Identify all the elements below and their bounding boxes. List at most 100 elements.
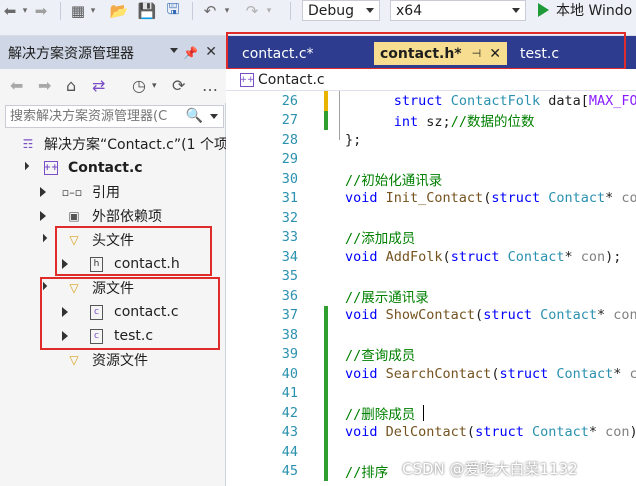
- code-text: void DelContact(struct Contact* con);: [345, 424, 636, 441]
- line-number: 40: [281, 365, 298, 382]
- tree-file-contact-h[interactable]: h contact.h: [0, 252, 226, 276]
- line-number: 43: [281, 424, 298, 441]
- navigation-bar[interactable]: ++ Contact.c: [226, 69, 636, 91]
- window-menu-icon[interactable]: [170, 48, 178, 53]
- code-line[interactable]: 40 void SearchContact(struct Contact* co: [226, 364, 636, 384]
- change-marker: [324, 344, 328, 364]
- filter-folder-icon: ▽: [69, 281, 79, 295]
- dropdown-arrow-icon[interactable]: ▾: [20, 0, 30, 22]
- code-line[interactable]: 29: [226, 150, 636, 170]
- home-icon[interactable]: ⌂: [66, 76, 76, 95]
- solution-explorer-toolbar: ⬅ ➡ ⌂ ⇄ ◷ ▾ ⟳ …: [0, 69, 226, 103]
- pending-changes-filter-icon[interactable]: ◷: [132, 76, 146, 95]
- save-icon[interactable]: 💾: [136, 0, 158, 22]
- open-folder-icon[interactable]: 📂: [108, 0, 130, 22]
- change-marker: [324, 305, 328, 325]
- solution-search-input[interactable]: [6, 106, 186, 127]
- search-icon[interactable]: 🔍: [186, 108, 203, 124]
- tree-file-contact-c[interactable]: c contact.c: [0, 300, 226, 324]
- collapsed-icon[interactable]: [62, 259, 68, 269]
- tab-contact-h[interactable]: contact.h* ⊣ ✕: [374, 42, 507, 65]
- tab-test-c[interactable]: test.c: [520, 42, 559, 65]
- tab-label: contact.h*: [380, 45, 462, 62]
- code-line[interactable]: 42 //删除成员: [226, 403, 636, 423]
- code-line[interactable]: 31 void Init_Contact(struct Contact* con: [226, 189, 636, 209]
- code-area[interactable]: 26 struct ContactFolk data[MAX_FOKL]27 i…: [226, 91, 636, 486]
- line-number: 32: [281, 209, 298, 226]
- watermark-text: CSDN @爱吃大白菜1132: [402, 460, 578, 478]
- code-line[interactable]: 27 int sz;//数据的位数: [226, 110, 636, 130]
- dropdown-arrow-icon[interactable]: ▾: [222, 0, 232, 22]
- code-text: //初始化通讯录: [345, 172, 443, 189]
- tree-file-test-c[interactable]: c test.c: [0, 324, 226, 348]
- toolbar-separator: [60, 2, 61, 20]
- code-line[interactable]: 41: [226, 383, 636, 403]
- solution-search-box[interactable]: 🔍: [5, 105, 224, 128]
- panel-title: 解决方案资源管理器: [8, 45, 134, 62]
- collapsed-icon[interactable]: [62, 331, 68, 341]
- code-line[interactable]: 35: [226, 267, 636, 287]
- close-tab-icon[interactable]: ✕: [489, 46, 501, 62]
- project-label: Contact.c: [68, 160, 143, 176]
- change-marker: [324, 110, 328, 130]
- code-line[interactable]: 43 void DelContact(struct Contact* con);: [226, 422, 636, 442]
- code-line[interactable]: 26 struct ContactFolk data[MAX_FOKL]: [226, 91, 636, 111]
- forward-icon[interactable]: ➡: [32, 0, 50, 22]
- play-icon: [538, 3, 549, 17]
- expanded-icon[interactable]: [38, 281, 48, 291]
- collapsed-icon[interactable]: [40, 211, 46, 221]
- back-icon[interactable]: ⬅: [2, 0, 18, 22]
- tree-folder-header-files[interactable]: ▽ 头文件: [0, 228, 226, 252]
- pin-icon[interactable]: 📌: [183, 46, 198, 60]
- code-line[interactable]: 38: [226, 325, 636, 345]
- back-icon[interactable]: ⬅: [10, 76, 23, 95]
- code-line[interactable]: 32: [226, 208, 636, 228]
- fold-guide: [339, 91, 340, 140]
- more-options-icon[interactable]: …: [202, 76, 218, 95]
- forward-icon[interactable]: ➡: [38, 76, 51, 95]
- code-line[interactable]: 33 //添加成员: [226, 228, 636, 247]
- line-number: 31: [281, 190, 298, 207]
- chevron-down-icon[interactable]: [210, 114, 218, 119]
- tree-item-references[interactable]: ▫–▫ 引用: [0, 180, 226, 204]
- code-line[interactable]: 30 //初始化通讯录: [226, 169, 636, 189]
- code-line[interactable]: 36 //展示通讯录: [226, 286, 636, 306]
- tree-item-label: 引用: [92, 185, 120, 201]
- code-line[interactable]: 28};: [226, 130, 636, 150]
- tree-solution[interactable]: ☶ 解决方案“Contact.c”(1 个项: [0, 132, 228, 156]
- change-marker: [324, 422, 328, 442]
- redo-icon[interactable]: ↷: [242, 0, 262, 22]
- tree-item-label: contact.h: [114, 256, 180, 272]
- collapsed-icon[interactable]: [62, 307, 68, 317]
- close-icon[interactable]: ✕: [205, 44, 217, 60]
- pin-tab-icon[interactable]: ⊣: [472, 47, 482, 60]
- code-line[interactable]: 37 void ShowContact(struct Contact* con): [226, 305, 636, 325]
- tab-contact-c[interactable]: contact.c*: [242, 42, 314, 65]
- code-line[interactable]: 34 void AddFolk(struct Contact* con);: [226, 247, 636, 267]
- line-number: 45: [281, 463, 298, 480]
- switch-views-icon[interactable]: ⇄: [92, 76, 105, 95]
- c-file-icon: c: [90, 328, 103, 344]
- expanded-icon[interactable]: [20, 161, 30, 171]
- tree-folder-source-files[interactable]: ▽ 源文件: [0, 276, 226, 300]
- tree-folder-resource-files[interactable]: ▽ 资源文件: [0, 348, 226, 372]
- tree-project[interactable]: ++ Contact.c: [0, 156, 226, 180]
- sync-icon[interactable]: ⟳: [172, 76, 185, 95]
- filter-folder-icon: ▽: [69, 353, 79, 367]
- solution-label: 解决方案“Contact.c”(1 个项: [44, 137, 228, 153]
- new-item-icon[interactable]: ▦: [68, 0, 88, 22]
- toolbar-separator: [192, 2, 193, 20]
- dropdown-arrow-icon[interactable]: ▾: [264, 0, 274, 22]
- dropdown-arrow-icon[interactable]: ▾: [88, 0, 98, 22]
- collapsed-icon[interactable]: [40, 187, 46, 197]
- tree-item-external-deps[interactable]: ▣ 外部依赖项: [0, 204, 226, 228]
- code-line[interactable]: 39 //查询成员: [226, 344, 636, 364]
- run-debugger-button[interactable]: 本地 Windo: [538, 0, 632, 20]
- expanded-icon[interactable]: [38, 233, 48, 243]
- dropdown-arrow-icon[interactable]: ▾: [152, 81, 157, 91]
- platform-select[interactable]: x64: [390, 0, 526, 21]
- undo-icon[interactable]: ↶: [200, 0, 220, 22]
- save-all-icon[interactable]: 🖫: [162, 0, 184, 22]
- configuration-select[interactable]: Debug: [302, 0, 380, 21]
- line-number: 29: [281, 151, 298, 168]
